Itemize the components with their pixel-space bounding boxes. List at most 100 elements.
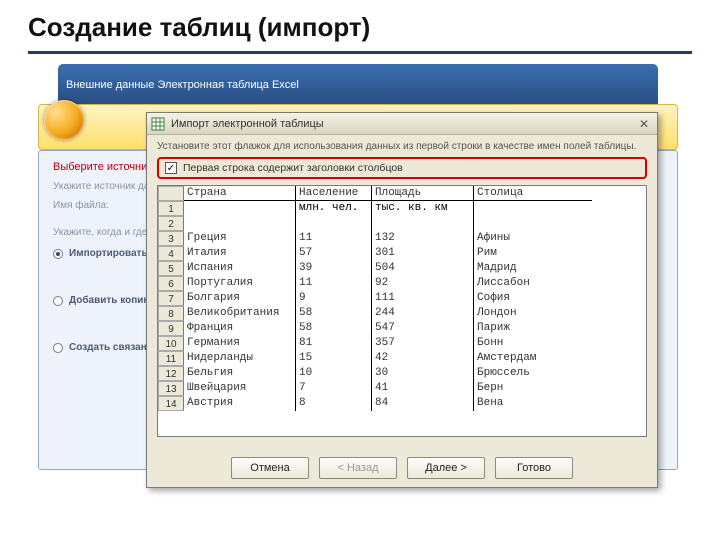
- column-header: Страна: [184, 186, 296, 201]
- next-button[interactable]: Далее >: [407, 457, 485, 479]
- first-row-checkbox-zone: ✓ Первая строка содержит заголовки столб…: [157, 157, 647, 179]
- row-number: 14: [158, 396, 184, 411]
- first-row-checkbox-label: Первая строка содержит заголовки столбцо…: [183, 162, 403, 174]
- slide-title: Создание таблиц (импорт): [0, 0, 720, 51]
- office-orb-icon[interactable]: [44, 100, 84, 140]
- grid-cell: [184, 216, 296, 231]
- dialog-title: Импорт электронной таблицы: [171, 118, 324, 130]
- grid-cell: [296, 216, 372, 231]
- grid-cell: Португалия: [184, 276, 296, 291]
- grid-cell: 42: [372, 351, 474, 366]
- grid-cell: Франция: [184, 321, 296, 336]
- row-number: 5: [158, 261, 184, 276]
- row-number: 2: [158, 216, 184, 231]
- grid-cell: 30: [372, 366, 474, 381]
- grid-cell: Германия: [184, 336, 296, 351]
- dialog-body: Установите этот флажок для использования…: [147, 135, 657, 443]
- import-wizard-dialog: Импорт электронной таблицы ✕ Установите …: [146, 112, 658, 488]
- dialog-buttons: Отмена < Назад Далее > Готово: [147, 457, 657, 479]
- grid-cell: тыс. кв. км: [372, 201, 474, 216]
- grid-cell: Швейцария: [184, 381, 296, 396]
- grid-cell: Греция: [184, 231, 296, 246]
- row-number: 9: [158, 321, 184, 336]
- grid-cell: Брюссель: [474, 366, 592, 381]
- screenshot-stack: Внешние данные Электронная таблица Excel…: [28, 64, 692, 494]
- grid-cell: 39: [296, 261, 372, 276]
- first-row-checkbox[interactable]: ✓: [165, 162, 177, 174]
- grid-cell: 11: [296, 276, 372, 291]
- grid-cell: [474, 201, 592, 216]
- grid-cell: [474, 216, 592, 231]
- grid-cell: Австрия: [184, 396, 296, 411]
- radio-icon[interactable]: [53, 343, 63, 353]
- back-window-titlebar: Внешние данные Электронная таблица Excel: [58, 64, 658, 106]
- grid-corner: [158, 186, 184, 201]
- first-row-hint: Установите этот флажок для использования…: [157, 141, 647, 153]
- grid-cell: 41: [372, 381, 474, 396]
- back-window-title: Внешние данные Электронная таблица Excel: [66, 79, 299, 91]
- dialog-titlebar: Импорт электронной таблицы ✕: [147, 113, 657, 135]
- grid-cell: Бельгия: [184, 366, 296, 381]
- row-number: 11: [158, 351, 184, 366]
- grid-cell: София: [474, 291, 592, 306]
- grid-cell: Испания: [184, 261, 296, 276]
- grid-cell: Амстердам: [474, 351, 592, 366]
- grid-cell: Италия: [184, 246, 296, 261]
- grid-cell: Париж: [474, 321, 592, 336]
- grid-cell: Рим: [474, 246, 592, 261]
- grid-cell: 244: [372, 306, 474, 321]
- grid-cell: Болгария: [184, 291, 296, 306]
- cancel-button[interactable]: Отмена: [231, 457, 309, 479]
- column-header: Площадь: [372, 186, 474, 201]
- radio-icon[interactable]: [53, 249, 63, 259]
- back-button: < Назад: [319, 457, 397, 479]
- title-rule: [28, 51, 692, 54]
- grid-cell: 84: [372, 396, 474, 411]
- finish-button[interactable]: Готово: [495, 457, 573, 479]
- radio-icon[interactable]: [53, 296, 63, 306]
- grid-cell: 504: [372, 261, 474, 276]
- grid-cell: 7: [296, 381, 372, 396]
- grid-cell: 10: [296, 366, 372, 381]
- row-number: 13: [158, 381, 184, 396]
- grid-cell: Лиссабон: [474, 276, 592, 291]
- grid-cell: 58: [296, 306, 372, 321]
- row-number: 7: [158, 291, 184, 306]
- grid-cell: Нидерланды: [184, 351, 296, 366]
- preview-grid: СтранаНаселениеПлощадьСтолица 1 млн. чел.т…: [157, 185, 647, 437]
- grid-cell: Берн: [474, 381, 592, 396]
- grid-cell: 92: [372, 276, 474, 291]
- grid-cell: 58: [296, 321, 372, 336]
- grid-cell: 8: [296, 396, 372, 411]
- row-number: 12: [158, 366, 184, 381]
- grid-cell: Великобритания: [184, 306, 296, 321]
- grid-cell: Мадрид: [474, 261, 592, 276]
- row-number: 6: [158, 276, 184, 291]
- grid-cell: 111: [372, 291, 474, 306]
- grid-cell: 132: [372, 231, 474, 246]
- grid-cell: [372, 216, 474, 231]
- row-number: 1: [158, 201, 184, 216]
- grid-cell: 15: [296, 351, 372, 366]
- grid-cell: 81: [296, 336, 372, 351]
- grid-cell: 301: [372, 246, 474, 261]
- grid-cell: [184, 201, 296, 216]
- column-header: Население: [296, 186, 372, 201]
- grid-cell: 547: [372, 321, 474, 336]
- row-number: 10: [158, 336, 184, 351]
- grid-cell: Вена: [474, 396, 592, 411]
- row-number: 3: [158, 231, 184, 246]
- row-number: 8: [158, 306, 184, 321]
- column-header: Столица: [474, 186, 592, 201]
- grid-cell: Лондон: [474, 306, 592, 321]
- grid-cell: 11: [296, 231, 372, 246]
- grid-cell: Бонн: [474, 336, 592, 351]
- spreadsheet-icon: [151, 117, 165, 131]
- grid-cell: млн. чел.: [296, 201, 372, 216]
- close-icon[interactable]: ✕: [635, 116, 653, 132]
- grid-cell: 9: [296, 291, 372, 306]
- grid-cell: 357: [372, 336, 474, 351]
- grid-cell: 57: [296, 246, 372, 261]
- row-number: 4: [158, 246, 184, 261]
- grid-cell: Афины: [474, 231, 592, 246]
